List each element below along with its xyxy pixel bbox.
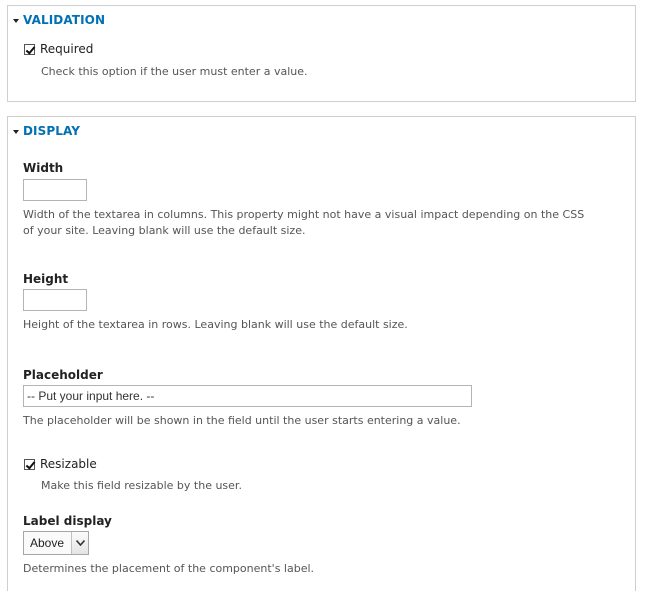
placeholder-description: The placeholder will be shown in the fie… [23, 414, 461, 427]
required-description: Check this option if the user must enter… [41, 65, 308, 78]
required-checkbox[interactable] [24, 43, 35, 55]
width-description-line1: Width of the textarea in columns. This p… [23, 208, 585, 221]
validation-legend[interactable]: VALIDATION [13, 13, 105, 27]
placeholder-input[interactable] [23, 385, 472, 407]
triangle-down-icon [13, 18, 19, 23]
required-label[interactable]: Required [40, 42, 93, 56]
display-legend[interactable]: DISPLAY [13, 124, 80, 138]
display-fieldset: DISPLAY Width Width of the textarea in c… [7, 116, 636, 591]
chevron-down-icon[interactable] [71, 532, 88, 554]
resizable-description: Make this field resizable by the user. [41, 479, 242, 492]
validation-fieldset: VALIDATION Required Check this option if… [7, 5, 636, 102]
display-legend-text: DISPLAY [23, 124, 81, 138]
label-display-description: Determines the placement of the componen… [23, 562, 315, 575]
width-description-line2: of your site. Leaving blank will use the… [23, 224, 306, 237]
triangle-down-icon [13, 129, 19, 134]
width-description: Width of the textarea in columns. This p… [23, 207, 584, 239]
required-row: Required [24, 42, 93, 56]
resizable-row: Resizable [24, 457, 97, 471]
height-input[interactable] [23, 289, 87, 311]
label-display-label: Label display [23, 514, 112, 528]
width-input[interactable] [23, 179, 87, 201]
height-description: Height of the textarea in rows. Leaving … [23, 318, 408, 331]
height-label: Height [23, 272, 69, 286]
label-display-selected: Above [30, 536, 65, 550]
label-display-select[interactable]: Above [23, 531, 89, 555]
resizable-checkbox[interactable] [24, 458, 35, 470]
validation-legend-text: VALIDATION [23, 13, 106, 27]
placeholder-label: Placeholder [23, 368, 103, 382]
width-label: Width [23, 161, 64, 175]
resizable-label[interactable]: Resizable [40, 457, 97, 471]
